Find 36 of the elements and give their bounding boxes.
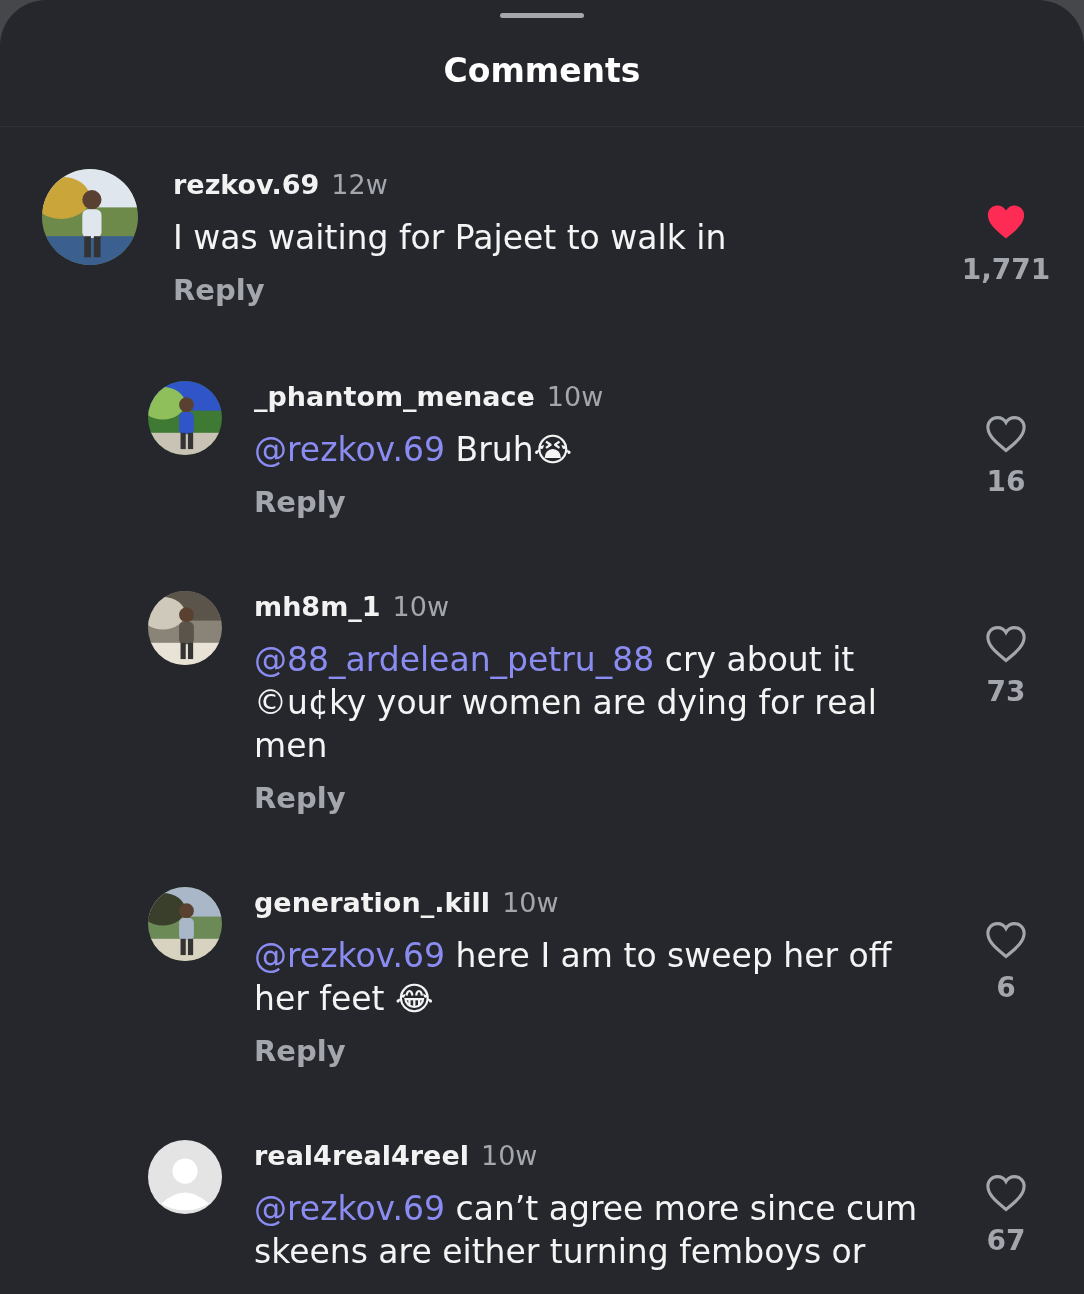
timestamp: 10w bbox=[392, 591, 449, 622]
timestamp: 10w bbox=[502, 887, 559, 918]
timestamp: 12w bbox=[331, 169, 388, 200]
heart-icon[interactable] bbox=[985, 625, 1027, 663]
like-count: 67 bbox=[986, 1224, 1026, 1257]
comment-text: @rezkov.69 Bruh😭 bbox=[254, 429, 574, 471]
reply-button[interactable]: Reply bbox=[254, 485, 346, 519]
reply-button[interactable]: Reply bbox=[254, 1034, 346, 1068]
comment-text: I was waiting for Pajeet to walk in bbox=[173, 217, 728, 259]
like-count: 1,771 bbox=[961, 253, 1051, 286]
timestamp: 10w bbox=[546, 381, 604, 412]
heart-icon[interactable] bbox=[985, 921, 1027, 959]
reply-button[interactable]: Reply bbox=[254, 781, 346, 815]
username[interactable]: _phantom_menace bbox=[254, 381, 535, 412]
like-count: 6 bbox=[996, 971, 1016, 1004]
mention-link[interactable]: @rezkov.69 bbox=[254, 1189, 446, 1228]
mention-link[interactable]: @rezkov.69 bbox=[254, 430, 446, 469]
heart-icon[interactable] bbox=[985, 203, 1027, 241]
comment-text: @rezkov.69 can’t agree more since cum skeens are either turning femboys or bbox=[254, 1188, 919, 1273]
comment-text: @rezkov.69 here I am to sweep her off her feet 😂 bbox=[254, 935, 893, 1020]
mention-link[interactable]: @88_ardelean_petru_88 bbox=[254, 640, 655, 679]
default-avatar-icon bbox=[148, 1140, 222, 1214]
like-count: 16 bbox=[986, 465, 1026, 498]
mention-link[interactable]: @rezkov.69 bbox=[254, 936, 446, 975]
username[interactable]: rezkov.69 bbox=[173, 169, 320, 200]
reply-button[interactable]: Reply bbox=[173, 273, 265, 307]
username[interactable]: real4real4reel bbox=[254, 1140, 469, 1171]
heart-icon[interactable] bbox=[985, 1174, 1027, 1212]
timestamp: 10w bbox=[481, 1140, 538, 1171]
sheet-title: Comments bbox=[0, 5, 1084, 127]
username[interactable]: mh8m_1 bbox=[254, 591, 381, 622]
drag-handle[interactable] bbox=[500, 13, 584, 18]
comment-text: @88_ardelean_petru_88 cry about it ©u¢ky your women are dying for real men bbox=[254, 639, 878, 767]
heart-icon[interactable] bbox=[985, 415, 1027, 453]
username[interactable]: generation_.kill bbox=[254, 887, 491, 918]
like-count: 73 bbox=[986, 675, 1026, 708]
